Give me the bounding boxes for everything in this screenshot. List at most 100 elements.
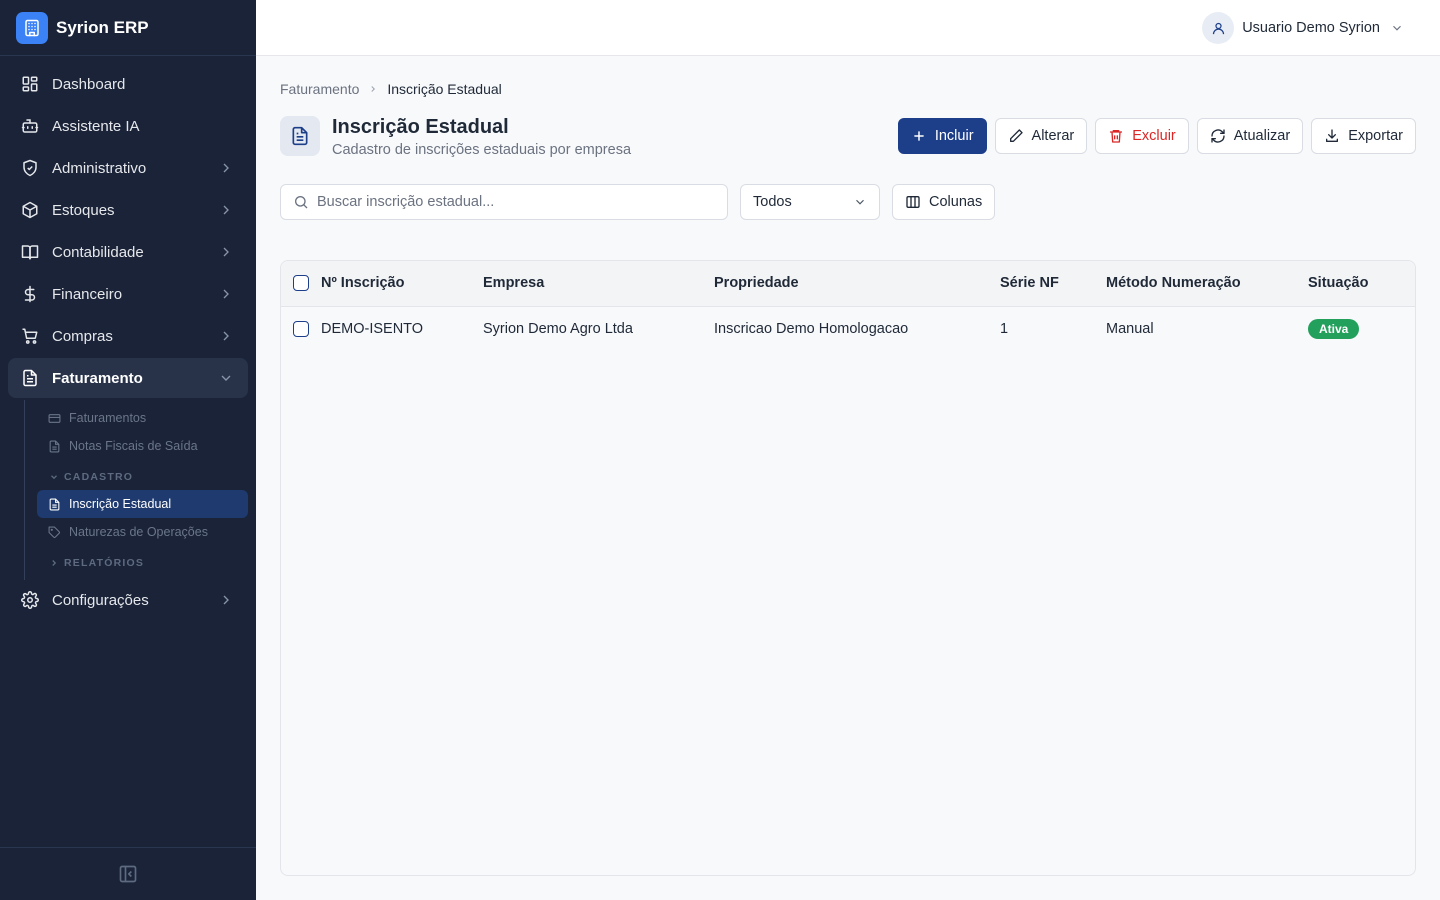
chevron-right-icon xyxy=(223,331,229,341)
button-label: Exportar xyxy=(1348,128,1403,144)
search-box[interactable] xyxy=(280,184,728,220)
submenu-item-inscricao-estadual[interactable]: Inscrição Estadual xyxy=(37,490,248,518)
chevron-right-icon xyxy=(223,595,229,605)
search-input[interactable] xyxy=(317,194,697,210)
column-header[interactable]: Situação xyxy=(1308,261,1415,306)
button-label: Alterar xyxy=(1031,128,1075,144)
cell-serie-nf: 1 xyxy=(1000,321,1009,338)
submenu-item-label: Inscrição Estadual xyxy=(69,497,172,511)
table-header-row: Nº Inscrição Empresa Propriedade Série N… xyxy=(281,261,1415,306)
sidebar-item-label: Configurações xyxy=(52,591,149,609)
columns-button[interactable]: Colunas xyxy=(892,184,996,220)
app-name: Syrion ERP xyxy=(56,17,149,37)
data-table: Nº Inscrição Empresa Propriedade Série N… xyxy=(280,260,1416,876)
page-title: Inscrição Estadual xyxy=(332,116,509,138)
search-icon xyxy=(295,196,308,209)
sidebar-item-assistente-ia[interactable]: Assistente IA xyxy=(8,106,248,146)
breadcrumb-current: Inscrição Estadual xyxy=(387,81,502,97)
sidebar-item-financeiro[interactable]: Financeiro xyxy=(8,274,248,314)
submenu-group-label: CADASTRO xyxy=(64,471,134,483)
gear-icon xyxy=(20,590,40,610)
cart-icon xyxy=(20,326,40,346)
sidebar-item-label: Faturamento xyxy=(52,369,143,387)
trash-icon xyxy=(1108,128,1124,144)
chevron-down-icon xyxy=(51,475,57,480)
building-icon xyxy=(16,11,48,44)
user-icon xyxy=(1202,12,1235,44)
column-header[interactable]: Propriedade xyxy=(714,261,1000,306)
column-header[interactable]: Nº Inscrição xyxy=(321,261,483,306)
chevron-right-icon xyxy=(223,205,229,215)
incluir-button[interactable]: Incluir xyxy=(897,118,987,154)
sidebar-item-estoques[interactable]: Estoques xyxy=(8,190,248,230)
chevron-right-icon xyxy=(371,86,376,92)
page-header: Inscrição Estadual Cadastro de inscriçõe… xyxy=(280,116,631,158)
dashboard-icon xyxy=(20,74,40,94)
columns-icon xyxy=(905,194,921,210)
table-row[interactable]: DEMO-ISENTO Syrion Demo Agro Ltda Inscri… xyxy=(281,306,1415,352)
status-badge: Ativa xyxy=(1308,319,1360,340)
select-all-checkbox[interactable] xyxy=(293,275,309,292)
dollar-icon xyxy=(20,284,40,304)
sidebar-item-label: Assistente IA xyxy=(52,117,140,135)
user-menu[interactable]: Usuario Demo Syrion xyxy=(1202,12,1404,44)
sidebar-item-label: Financeiro xyxy=(52,285,123,303)
box-icon xyxy=(20,200,40,220)
sidebar-item-label: Contabilidade xyxy=(52,243,144,261)
sidebar-item-contabilidade[interactable]: Contabilidade xyxy=(8,232,248,272)
submenu-item-label: Notas Fiscais de Saída xyxy=(69,439,198,453)
sidebar-item-faturamento[interactable]: Faturamento xyxy=(8,358,248,398)
sidebar-item-configuracoes[interactable]: Configurações xyxy=(8,580,248,620)
document-icon xyxy=(280,116,320,156)
submenu-group-relatorios[interactable]: RELATÓRIOS xyxy=(37,546,248,576)
column-header[interactable]: Série NF xyxy=(1000,261,1106,306)
column-header[interactable]: Empresa xyxy=(483,261,714,306)
button-label: Colunas xyxy=(929,194,983,210)
sidebar-item-label: Estoques xyxy=(52,201,115,219)
status-select[interactable]: Todos xyxy=(740,184,880,220)
alterar-button[interactable]: Alterar xyxy=(994,118,1088,154)
sidebar-item-dashboard[interactable]: Dashboard xyxy=(8,64,248,104)
submenu-item-naturezas-operacoes[interactable]: Naturezas de Operações xyxy=(37,518,248,546)
chevron-down-icon xyxy=(1393,25,1401,31)
breadcrumb: Faturamento Inscrição Estadual xyxy=(280,81,502,97)
cell-empresa: Syrion Demo Agro Ltda xyxy=(483,321,633,338)
sidebar-item-label: Administrativo xyxy=(52,159,147,177)
submenu-group-cadastro[interactable]: CADASTRO xyxy=(37,460,248,490)
button-label: Atualizar xyxy=(1233,128,1291,144)
atualizar-button[interactable]: Atualizar xyxy=(1196,118,1304,154)
chevron-right-icon xyxy=(52,560,57,566)
user-name: Usuario Demo Syrion xyxy=(1242,20,1380,36)
button-label: Incluir xyxy=(934,128,974,144)
sidebar-collapse-icon xyxy=(119,865,137,883)
excluir-button[interactable]: Excluir xyxy=(1095,118,1189,154)
submenu-item-label: Naturezas de Operações xyxy=(69,525,208,539)
column-header[interactable]: Método Numeração xyxy=(1106,261,1308,306)
card-icon xyxy=(47,411,61,425)
sidebar-collapse-button[interactable] xyxy=(0,847,256,900)
sidebar-item-compras[interactable]: Compras xyxy=(8,316,248,356)
download-icon xyxy=(1324,128,1340,144)
sidebar-nav: Dashboard Assistente IA Administrativo E… xyxy=(0,56,256,620)
toolbar: Incluir Alterar Excluir Atualizar Export… xyxy=(897,118,1416,154)
chevron-down-icon xyxy=(856,199,864,205)
exportar-button[interactable]: Exportar xyxy=(1311,118,1416,154)
file-icon xyxy=(47,497,61,511)
shield-icon xyxy=(20,158,40,178)
submenu-group-label: RELATÓRIOS xyxy=(64,557,145,569)
sidebar-item-administrativo[interactable]: Administrativo xyxy=(8,148,248,188)
submenu-item-faturamentos[interactable]: Faturamentos xyxy=(37,404,248,432)
book-icon xyxy=(20,242,40,262)
sidebar-item-label: Dashboard xyxy=(52,75,126,93)
breadcrumb-link-faturamento[interactable]: Faturamento xyxy=(280,81,359,97)
chevron-right-icon xyxy=(223,163,229,173)
page-subtitle: Cadastro de inscrições estaduais por emp… xyxy=(332,142,632,158)
refresh-icon xyxy=(1210,128,1226,144)
submenu-item-notas-fiscais-saida[interactable]: Notas Fiscais de Saída xyxy=(37,432,248,460)
plus-icon xyxy=(911,128,927,144)
brand[interactable]: Syrion ERP xyxy=(0,0,256,56)
chevron-right-icon xyxy=(223,247,229,257)
chevron-right-icon xyxy=(223,289,229,299)
button-label: Excluir xyxy=(1132,128,1176,144)
row-checkbox[interactable] xyxy=(293,321,309,338)
